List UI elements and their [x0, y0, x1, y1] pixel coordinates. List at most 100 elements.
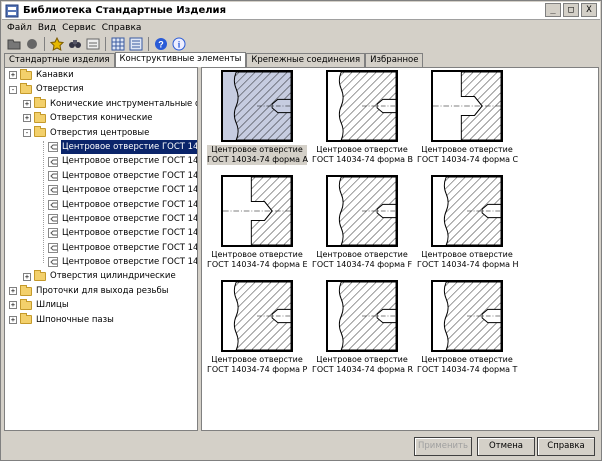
- tree-item[interactable]: Центровое отверстие ГОСТ 140...: [5, 226, 197, 240]
- toolbar-separator: [105, 37, 106, 51]
- center-hole-drawing: [338, 177, 396, 245]
- element-card[interactable]: Центровое отверстие ГОСТ 14034-74 форма E: [207, 175, 308, 271]
- center-hole-drawing: [443, 282, 501, 350]
- caption-line-2: ГОСТ 14034-74 форма R: [312, 365, 414, 374]
- folder-icon: [34, 111, 46, 123]
- element-thumbnail[interactable]: [326, 175, 398, 247]
- element-card[interactable]: Центровое отверстие ГОСТ 14034-74 форма C: [417, 70, 518, 166]
- title-bar: Библиотека Стандартные Изделия _ □ X: [2, 2, 600, 20]
- tree-node-label: Центровое отверстие ГОСТ 140...: [62, 199, 198, 210]
- svg-text:?: ?: [158, 40, 164, 50]
- element-thumbnail[interactable]: [221, 280, 293, 352]
- library-window: Библиотека Стандартные Изделия _ □ X Фай…: [0, 0, 602, 461]
- tree-item[interactable]: Центровое отверстие ГОСТ 140...: [5, 241, 197, 255]
- grid-view-icon[interactable]: [110, 36, 126, 52]
- toolbar: ? i: [3, 35, 187, 53]
- expand-icon[interactable]: +: [9, 287, 17, 296]
- tree-item[interactable]: Центровое отверстие ГОСТ 140...: [5, 139, 197, 155]
- tab-standard-parts[interactable]: Стандартные изделия: [4, 53, 115, 67]
- element-thumbnail[interactable]: [221, 175, 293, 247]
- menu-file[interactable]: Файл: [7, 21, 32, 35]
- center-hole-icon: [48, 257, 58, 268]
- element-thumbnail[interactable]: [431, 70, 503, 142]
- window-title: Библиотека Стандартные Изделия: [23, 5, 226, 16]
- element-card[interactable]: Центровое отверстие ГОСТ 14034-74 форма R: [312, 280, 414, 376]
- minimize-button[interactable]: _: [545, 3, 561, 17]
- element-card[interactable]: Центровое отверстие ГОСТ 14034-74 форма F: [312, 175, 412, 271]
- tree-item[interactable]: Центровое отверстие ГОСТ 140...: [5, 212, 197, 226]
- add-favorite-icon[interactable]: [49, 36, 65, 52]
- caption-line-1: Центровое отверстие: [421, 250, 513, 259]
- tree-folder[interactable]: + Проточки для выхода резьбы: [5, 284, 197, 298]
- element-card[interactable]: Центровое отверстие ГОСТ 14034-74 форма P: [207, 280, 307, 376]
- element-caption: Центровое отверстие ГОСТ 14034-74 форма B: [312, 145, 414, 165]
- tree-item[interactable]: Центровое отверстие ГОСТ 140...: [5, 169, 197, 183]
- tree-item[interactable]: Центровое отверстие ГОСТ 140...: [5, 183, 197, 197]
- binoculars-icon[interactable]: [67, 36, 83, 52]
- caption-line-1: Центровое отверстие: [421, 145, 513, 154]
- element-card[interactable]: Центровое отверстие ГОСТ 14034-74 форма H: [417, 175, 519, 271]
- element-thumbnail[interactable]: [431, 280, 503, 352]
- element-caption: Центровое отверстие ГОСТ 14034-74 форма T: [417, 355, 517, 375]
- tab-construction-elements[interactable]: Конструктивные элементы: [114, 52, 247, 67]
- cancel-button[interactable]: Отмена: [477, 437, 535, 456]
- collapse-icon[interactable]: -: [9, 85, 17, 94]
- info-icon[interactable]: i: [171, 36, 187, 52]
- tree-folder[interactable]: + Шпоночные пазы: [5, 313, 197, 327]
- element-thumbnail[interactable]: [431, 175, 503, 247]
- tree-folder[interactable]: + Канавки: [5, 68, 197, 82]
- expand-icon[interactable]: +: [9, 301, 17, 310]
- expand-icon[interactable]: +: [9, 315, 17, 324]
- properties-icon[interactable]: [85, 36, 101, 52]
- category-tree-panel: + Канавки - Отверстия + Конические инструмент…: [4, 67, 198, 431]
- tree-folder[interactable]: - Отверстия центровые: [5, 126, 197, 140]
- center-hole-icon: [48, 214, 58, 225]
- caption-line-2: ГОСТ 14034-74 форма A: [207, 155, 309, 164]
- element-card[interactable]: Центровое отверстие ГОСТ 14034-74 форма A: [207, 70, 309, 166]
- tree-node-label: Отверстия центровые: [50, 127, 150, 138]
- help-icon[interactable]: ?: [153, 36, 169, 52]
- list-view-icon[interactable]: [128, 36, 144, 52]
- element-card[interactable]: Центровое отверстие ГОСТ 14034-74 форма T: [417, 280, 517, 376]
- element-card[interactable]: Центровое отверстие ГОСТ 14034-74 форма B: [312, 70, 414, 166]
- tree-item[interactable]: Центровое отверстие ГОСТ 140...: [5, 198, 197, 212]
- app-icon: [5, 4, 19, 17]
- caption-line-2: ГОСТ 14034-74 форма B: [312, 155, 414, 164]
- expand-icon[interactable]: +: [23, 99, 31, 108]
- element-thumbnail[interactable]: [326, 280, 398, 352]
- element-caption: Центровое отверстие ГОСТ 14034-74 форма H: [417, 250, 519, 270]
- folder-icon[interactable]: [6, 36, 22, 52]
- menu-view[interactable]: Вид: [38, 21, 56, 35]
- menu-help[interactable]: Справка: [102, 21, 142, 35]
- expand-icon[interactable]: +: [23, 272, 31, 281]
- folder-icon: [20, 298, 32, 310]
- element-caption: Центровое отверстие ГОСТ 14034-74 форма P: [207, 355, 307, 375]
- caption-line-2: ГОСТ 14034-74 форма P: [207, 365, 308, 374]
- help-button[interactable]: Справка: [537, 437, 595, 456]
- tree-node-label: Центровое отверстие ГОСТ 140...: [62, 242, 198, 253]
- disc-icon[interactable]: [24, 36, 40, 52]
- tree-item[interactable]: Центровое отверстие ГОСТ 140...: [5, 255, 197, 269]
- tree-folder[interactable]: + Отверстия конические: [5, 111, 197, 125]
- caption-line-1: Центровое отверстие: [316, 145, 408, 154]
- tree-folder[interactable]: + Шлицы: [5, 298, 197, 312]
- collapse-icon[interactable]: -: [23, 128, 31, 137]
- tree-item[interactable]: Центровое отверстие ГОСТ 140...: [5, 154, 197, 168]
- expand-icon[interactable]: +: [23, 114, 31, 123]
- tree-folder[interactable]: + Конические инструментальные отв...: [5, 97, 197, 111]
- tab-favorites[interactable]: Избранное: [365, 53, 424, 67]
- tree-node-label: Отверстия конические: [50, 113, 153, 124]
- menu-service[interactable]: Сервис: [62, 21, 96, 35]
- element-thumbnail[interactable]: [326, 70, 398, 142]
- tree-node-label: Центровое отверстие ГОСТ 140...: [61, 139, 197, 155]
- expand-icon[interactable]: +: [9, 71, 17, 80]
- folder-icon: [34, 97, 46, 109]
- element-thumbnail[interactable]: [221, 70, 293, 142]
- apply-button[interactable]: Применить: [414, 437, 472, 456]
- center-hole-icon: [48, 228, 58, 239]
- close-button[interactable]: X: [581, 3, 597, 17]
- tab-fastener-connections[interactable]: Крепежные соединения: [246, 53, 366, 67]
- maximize-button[interactable]: □: [563, 3, 579, 17]
- tree-folder[interactable]: + Отверстия цилиндрические: [5, 269, 197, 283]
- tree-folder[interactable]: - Отверстия: [5, 82, 197, 96]
